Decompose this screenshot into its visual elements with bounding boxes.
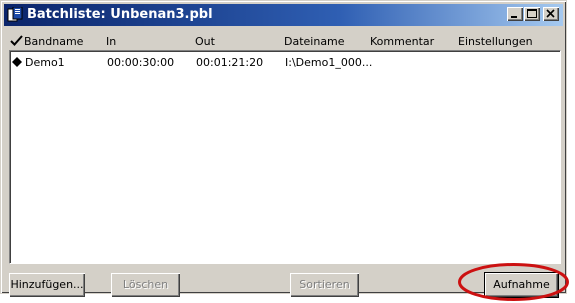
cell-dateiname: I:\Demo1_000... <box>285 56 373 69</box>
document-icon <box>7 7 23 22</box>
diamond-icon <box>12 57 22 67</box>
highlight-ellipse <box>458 263 569 301</box>
batch-list-window: Batchliste: Unbenan3.pbl Bandname In Out… <box>0 0 567 297</box>
close-button[interactable] <box>543 7 559 21</box>
minimize-button[interactable] <box>507 7 523 21</box>
minimize-icon <box>511 16 517 18</box>
column-header: Bandname In Out Dateiname Kommentar Eins… <box>9 32 566 50</box>
title-bar[interactable]: Batchliste: Unbenan3.pbl <box>4 4 563 26</box>
delete-button[interactable]: Löschen <box>111 273 180 297</box>
close-icon <box>546 9 555 18</box>
column-out[interactable]: Out <box>195 35 215 48</box>
column-in[interactable]: In <box>106 35 116 48</box>
cell-bandname: Demo1 <box>25 56 65 69</box>
clip-list[interactable]: Demo1 00:00:30:00 00:01:21:20 I:\Demo1_0… <box>9 50 561 264</box>
checkmark-icon <box>10 35 23 46</box>
column-bandname[interactable]: Bandname <box>24 35 83 48</box>
maximize-button[interactable] <box>524 7 540 21</box>
cell-in: 00:00:30:00 <box>107 56 175 69</box>
add-button[interactable]: Hinzufügen... <box>9 273 85 297</box>
column-einstellungen[interactable]: Einstellungen <box>458 35 533 48</box>
table-row[interactable]: Demo1 00:00:30:00 00:01:21:20 I:\Demo1_0… <box>12 55 552 71</box>
maximize-icon <box>527 9 537 18</box>
column-dateiname[interactable]: Dateiname <box>284 35 345 48</box>
column-kommentar[interactable]: Kommentar <box>370 35 434 48</box>
cell-out: 00:01:21:20 <box>196 56 264 69</box>
window-title: Batchliste: Unbenan3.pbl <box>27 7 213 22</box>
sort-button[interactable]: Sortieren <box>290 273 359 297</box>
